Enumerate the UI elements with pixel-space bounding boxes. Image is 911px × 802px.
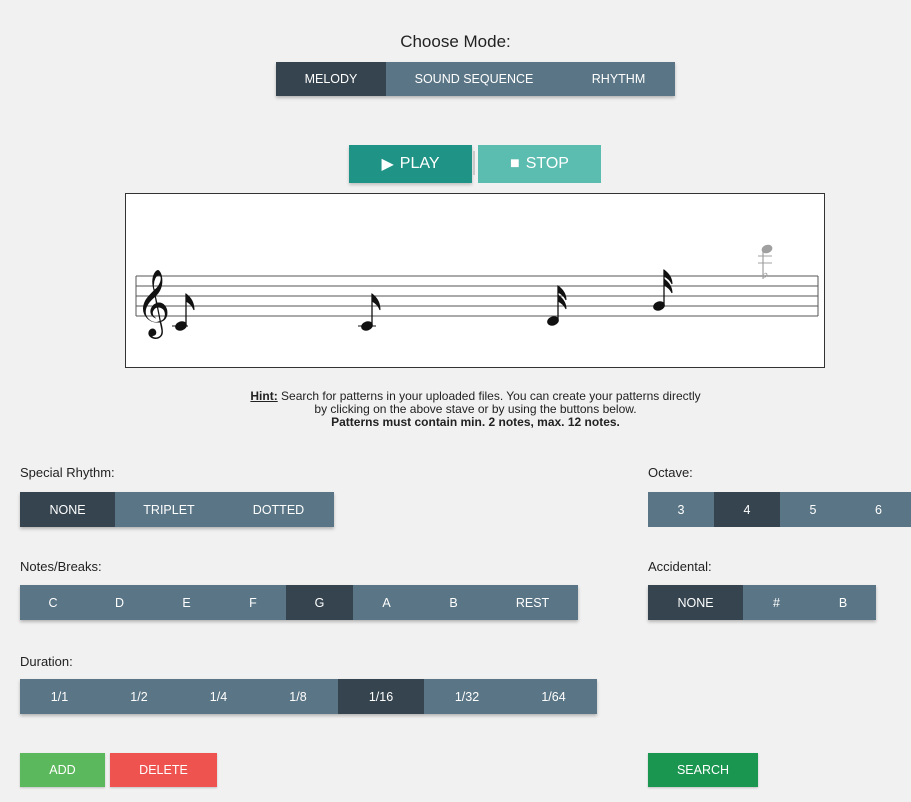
- hint-text: Hint: Search for patterns in your upload…: [0, 390, 911, 429]
- accidental-flat-button[interactable]: B: [810, 585, 876, 620]
- note-g-button[interactable]: G: [286, 585, 353, 620]
- notes-selector: C D E F G A B REST: [20, 585, 578, 620]
- duration-1-32-button[interactable]: 1/32: [424, 679, 510, 714]
- duration-label: Duration:: [20, 654, 73, 669]
- octave-5-button[interactable]: 5: [780, 492, 846, 527]
- mode-melody-button[interactable]: MELODY: [276, 62, 386, 96]
- note-e-button[interactable]: E: [153, 585, 220, 620]
- treble-clef-icon: 𝄞: [136, 268, 170, 339]
- octave-3-button[interactable]: 3: [648, 492, 714, 527]
- hint-line-1: Search for patterns in your uploaded fil…: [277, 389, 701, 403]
- stave-note: [358, 292, 381, 331]
- duration-1-2-button[interactable]: 1/2: [99, 679, 179, 714]
- accidental-selector: NONE # B: [648, 585, 876, 620]
- note-f-button[interactable]: F: [220, 585, 286, 620]
- octave-selector: 3 4 5 6: [648, 492, 911, 527]
- duration-1-4-button[interactable]: 1/4: [179, 679, 258, 714]
- search-button[interactable]: SEARCH: [648, 753, 758, 787]
- stop-label: STOP: [525, 155, 569, 172]
- accidental-none-button[interactable]: NONE: [648, 585, 743, 620]
- note-c-button[interactable]: C: [20, 585, 86, 620]
- rhythm-dotted-button[interactable]: DOTTED: [223, 492, 334, 527]
- stave-drawing: 𝄞 ♭: [135, 244, 819, 339]
- note-d-button[interactable]: D: [86, 585, 153, 620]
- music-stave[interactable]: 𝄞 ♭: [125, 193, 825, 368]
- play-button[interactable]: ▶ PLAY: [349, 145, 472, 183]
- duration-1-64-button[interactable]: 1/64: [510, 679, 597, 714]
- special-rhythm-label: Special Rhythm:: [20, 465, 115, 480]
- hint-prefix: Hint:: [250, 389, 278, 403]
- stop-icon: ■: [510, 155, 520, 172]
- mode-selector: MELODY SOUND SEQUENCE RHYTHM: [276, 62, 675, 96]
- note-rest-button[interactable]: REST: [487, 585, 578, 620]
- accidental-label: Accidental:: [648, 559, 712, 574]
- special-rhythm-selector: NONE TRIPLET DOTTED: [20, 492, 334, 527]
- octave-label: Octave:: [648, 465, 693, 480]
- stop-button[interactable]: ■ STOP: [478, 145, 601, 183]
- hint-line-3: Patterns must contain min. 2 notes, max.…: [331, 415, 620, 429]
- mode-rhythm-button[interactable]: RHYTHM: [562, 62, 675, 96]
- octave-4-button[interactable]: 4: [714, 492, 780, 527]
- note-b-button[interactable]: B: [420, 585, 487, 620]
- mode-sound-sequence-button[interactable]: SOUND SEQUENCE: [386, 62, 562, 96]
- stave-note: [172, 292, 195, 331]
- player-divider: [473, 151, 475, 175]
- accidental-sharp-button[interactable]: #: [743, 585, 810, 620]
- duration-1-8-button[interactable]: 1/8: [258, 679, 338, 714]
- rhythm-triplet-button[interactable]: TRIPLET: [115, 492, 223, 527]
- play-label: PLAY: [399, 155, 440, 172]
- duration-1-1-button[interactable]: 1/1: [20, 679, 99, 714]
- choose-mode-title: Choose Mode:: [400, 32, 511, 51]
- add-button[interactable]: ADD: [20, 753, 105, 787]
- octave-6-button[interactable]: 6: [846, 492, 911, 527]
- duration-1-16-button[interactable]: 1/16: [338, 679, 424, 714]
- play-icon: ▶: [381, 156, 394, 173]
- notes-breaks-label: Notes/Breaks:: [20, 559, 102, 574]
- flat-icon: ♭: [762, 266, 769, 282]
- note-a-button[interactable]: A: [353, 585, 420, 620]
- rhythm-none-button[interactable]: NONE: [20, 492, 115, 527]
- duration-selector: 1/1 1/2 1/4 1/8 1/16 1/32 1/64: [20, 679, 597, 714]
- delete-button[interactable]: DELETE: [110, 753, 217, 787]
